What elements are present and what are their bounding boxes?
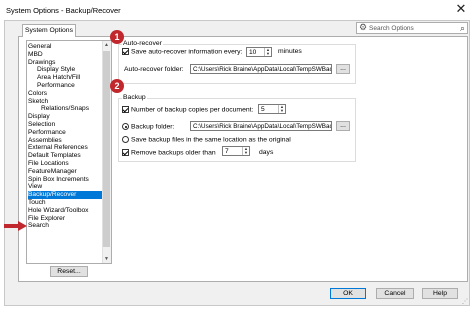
callout-badge-2: 2 [110, 79, 124, 93]
autorecover-save-row[interactable]: Save auto-recover information every: [122, 48, 242, 55]
tree-item[interactable]: FeatureManager [28, 168, 77, 176]
autorecover-title: Auto-recover [122, 40, 163, 47]
title-bar: System Options - Backup/Recover ✕ [0, 0, 474, 20]
tree-item[interactable]: File Locations [28, 160, 69, 168]
tree-scrollbar[interactable]: ▲ ▼ [102, 41, 111, 263]
search-placeholder: Search Options [369, 25, 414, 32]
backup-remove-checkbox[interactable] [122, 149, 129, 156]
autorecover-interval-unit: minutes [278, 48, 302, 55]
tree-item[interactable]: External References [28, 144, 88, 152]
backup-copies-row[interactable]: Number of backup copies per document: [122, 106, 253, 113]
backup-browse-button[interactable]: ... [336, 121, 350, 131]
autorecover-browse-button[interactable]: ... [336, 64, 350, 74]
tree-item[interactable]: File Explorer [28, 215, 65, 223]
stepper-arrows-icon[interactable]: ▲ ▼ [242, 147, 249, 155]
tree-item[interactable]: Spin Box Increments [28, 176, 89, 184]
tree-item[interactable]: Selection [28, 121, 55, 129]
tree-item[interactable]: Search [28, 222, 49, 230]
backup-title: Backup [122, 94, 147, 101]
autorecover-save-label: Save auto-recover information every: [131, 48, 243, 56]
tree-item[interactable]: Performance [28, 129, 66, 137]
window-title: System Options - Backup/Recover [6, 6, 121, 15]
tree-item[interactable]: Colors [28, 90, 47, 98]
tab-system-options[interactable]: System Options [22, 24, 76, 37]
tree-item[interactable]: Display Style [37, 66, 75, 74]
close-icon[interactable]: ✕ [450, 1, 472, 17]
reset-button[interactable]: Reset... [50, 266, 88, 277]
backup-folder-field[interactable]: C:\Users\Rick Braine\AppData\Local\TempS… [190, 121, 332, 131]
tree-item[interactable]: Backup/Recover [28, 191, 102, 200]
autorecover-interval-value: 10 [249, 49, 257, 56]
tree-item[interactable]: Hole Wizard/Toolbox [28, 207, 88, 215]
tree-item[interactable]: Area Hatch/Fill [37, 74, 80, 82]
stepper-arrows-icon[interactable]: ▲ ▼ [278, 105, 285, 113]
backup-same-location-label: Save backup files in the same location a… [131, 136, 291, 144]
ok-button[interactable]: OK [330, 288, 366, 299]
gear-icon[interactable]: ⚙ [359, 22, 367, 33]
backup-folder-row[interactable]: Backup folder: [122, 123, 174, 130]
tree-item[interactable]: Touch [28, 199, 46, 207]
callout-badge-1: 1 [110, 30, 124, 44]
search-icon[interactable]: ⌕ [460, 23, 465, 34]
backup-copies-label: Number of backup copies per document: [131, 106, 254, 114]
tree-item[interactable]: View [28, 183, 42, 191]
tree-item[interactable]: General [28, 43, 51, 51]
scroll-up-icon[interactable]: ▲ [103, 42, 110, 48]
autorecover-folder-label: Auto-recover folder: [124, 66, 184, 73]
cancel-button[interactable]: Cancel [376, 288, 414, 299]
autorecover-checkbox[interactable] [122, 48, 129, 55]
backup-same-location-radio[interactable] [122, 136, 129, 143]
autorecover-folder-field[interactable]: C:\Users\Rick Braine\AppData\Local\TempS… [190, 64, 332, 74]
backup-remove-stepper[interactable]: 7 ▲ ▼ [222, 146, 250, 156]
backup-remove-row[interactable]: Remove backups older than [122, 149, 216, 156]
help-button[interactable]: Help [422, 288, 458, 299]
backup-remove-value: 7 [225, 148, 229, 155]
tree-item[interactable]: Sketch [28, 98, 48, 106]
scroll-down-icon[interactable]: ▼ [103, 256, 110, 262]
backup-folder-radio[interactable] [122, 123, 129, 130]
resize-grip-icon[interactable]: ⋰ [462, 298, 468, 305]
scroll-thumb[interactable] [103, 51, 110, 247]
tree-item[interactable]: Relations/Snaps [41, 105, 89, 113]
search-box[interactable]: ⚙ Search Options ⌕ [356, 22, 468, 34]
backup-same-location-row[interactable]: Save backup files in the same location a… [122, 136, 291, 143]
backup-copies-stepper[interactable]: 5 ▲ ▼ [258, 104, 286, 114]
red-arrow-icon [4, 221, 27, 231]
autorecover-interval-stepper[interactable]: 10 ▲ ▼ [246, 47, 272, 57]
tree-item[interactable]: Drawings [28, 59, 55, 67]
tree-item[interactable]: Assemblies [28, 137, 62, 145]
backup-remove-unit: days [259, 149, 274, 156]
stepper-arrows-icon[interactable]: ▲ ▼ [264, 48, 271, 56]
tree-item[interactable]: Default Templates [28, 152, 81, 160]
backup-remove-label: Remove backups older than [131, 149, 216, 157]
tree-item[interactable]: Performance [37, 82, 75, 90]
backup-folder-label: Backup folder: [131, 123, 175, 131]
backup-copies-value: 5 [261, 106, 265, 113]
backup-copies-checkbox[interactable] [122, 106, 129, 113]
tree-item[interactable]: MBD [28, 51, 43, 59]
options-tree[interactable]: ▲ ▼ General MBD Drawings Display Style Area … [26, 40, 112, 264]
tree-item[interactable]: Display [28, 113, 50, 121]
